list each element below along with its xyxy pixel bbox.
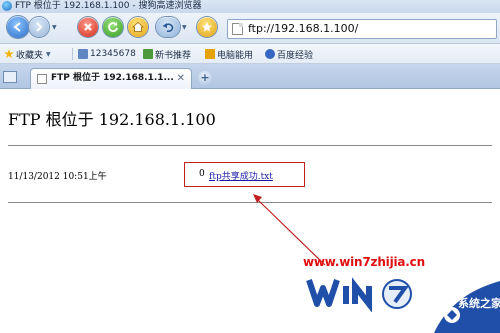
tab-bar: FTP 根位于 192.168.1.1... ✕ + — [0, 64, 500, 89]
favorites-star-icon — [4, 49, 14, 59]
bookmark-separator — [72, 47, 73, 61]
tab-title: FTP 根位于 192.168.1.1... — [51, 73, 174, 83]
tab-ftp[interactable]: FTP 根位于 192.168.1.1... ✕ — [30, 68, 192, 89]
annotation-arrow — [253, 194, 326, 266]
bookmark-item-pc[interactable]: 电脑能用 — [205, 47, 253, 61]
page-icon — [232, 23, 243, 35]
bookmark-item-baidu[interactable]: 百度经验 — [265, 47, 313, 61]
hash-icon — [78, 49, 88, 59]
window-title: FTP 根位于 192.168.1.100 - 搜狗高速浏览器 — [15, 1, 202, 11]
paw-icon — [265, 49, 275, 59]
star-icon[interactable] — [197, 17, 217, 37]
bookmark-label: 电脑能用 — [217, 50, 254, 61]
back-arrow-icon[interactable] — [7, 16, 29, 38]
new-tab-plus-icon[interactable]: + — [198, 71, 212, 85]
lightning-icon — [205, 49, 215, 59]
watermark-url: www.win7zhijia.cn — [303, 255, 425, 269]
bookmark-label: 百度经验 — [277, 50, 314, 61]
home-icon[interactable] — [128, 17, 148, 37]
undo-close-icon[interactable] — [156, 17, 180, 37]
stop-icon[interactable] — [78, 17, 98, 37]
win7-logo-icon — [306, 277, 412, 312]
bookmark-label: 新书推荐 — [155, 50, 192, 61]
chevron-down-icon: ▼ — [46, 50, 51, 58]
address-bar[interactable]: ftp://192.168.1.100/ — [227, 19, 497, 39]
page-content: FTP 根位于 192.168.1.100 11/13/2012 10:51上午… — [0, 90, 500, 333]
book-icon — [143, 49, 153, 59]
bookmark-label: 12345678 — [90, 49, 136, 59]
page-icon — [37, 74, 47, 84]
close-icon[interactable]: ✕ — [177, 72, 185, 85]
refresh-icon[interactable] — [103, 17, 123, 37]
undo-dropdown-icon[interactable]: ▼ — [182, 24, 187, 31]
favorites-menu[interactable]: 收藏夹 ▼ — [4, 47, 51, 61]
forward-arrow-icon[interactable] — [29, 17, 49, 37]
bookmarks-bar: 收藏夹 ▼ 12345678 新书推荐 电脑能用 百度经验 — [0, 44, 500, 64]
navigation-toolbar: ▼ ▼ ftp://192.168.1.100/ — [0, 13, 500, 44]
watermark-corner-text: 系统之家 — [458, 297, 500, 310]
history-dropdown-icon[interactable]: ▼ — [52, 24, 57, 31]
window-titlebar: FTP 根位于 192.168.1.100 - 搜狗高速浏览器 — [0, 0, 500, 13]
address-url[interactable]: ftp://192.168.1.100/ — [248, 22, 358, 36]
bookmark-item-12345678[interactable]: 12345678 — [78, 47, 136, 61]
browser-logo-icon — [2, 1, 12, 11]
favorites-label: 收藏夹 — [16, 50, 44, 61]
sidebar-toggle-icon[interactable] — [3, 71, 17, 83]
bookmark-item-new-books[interactable]: 新书推荐 — [143, 47, 191, 61]
